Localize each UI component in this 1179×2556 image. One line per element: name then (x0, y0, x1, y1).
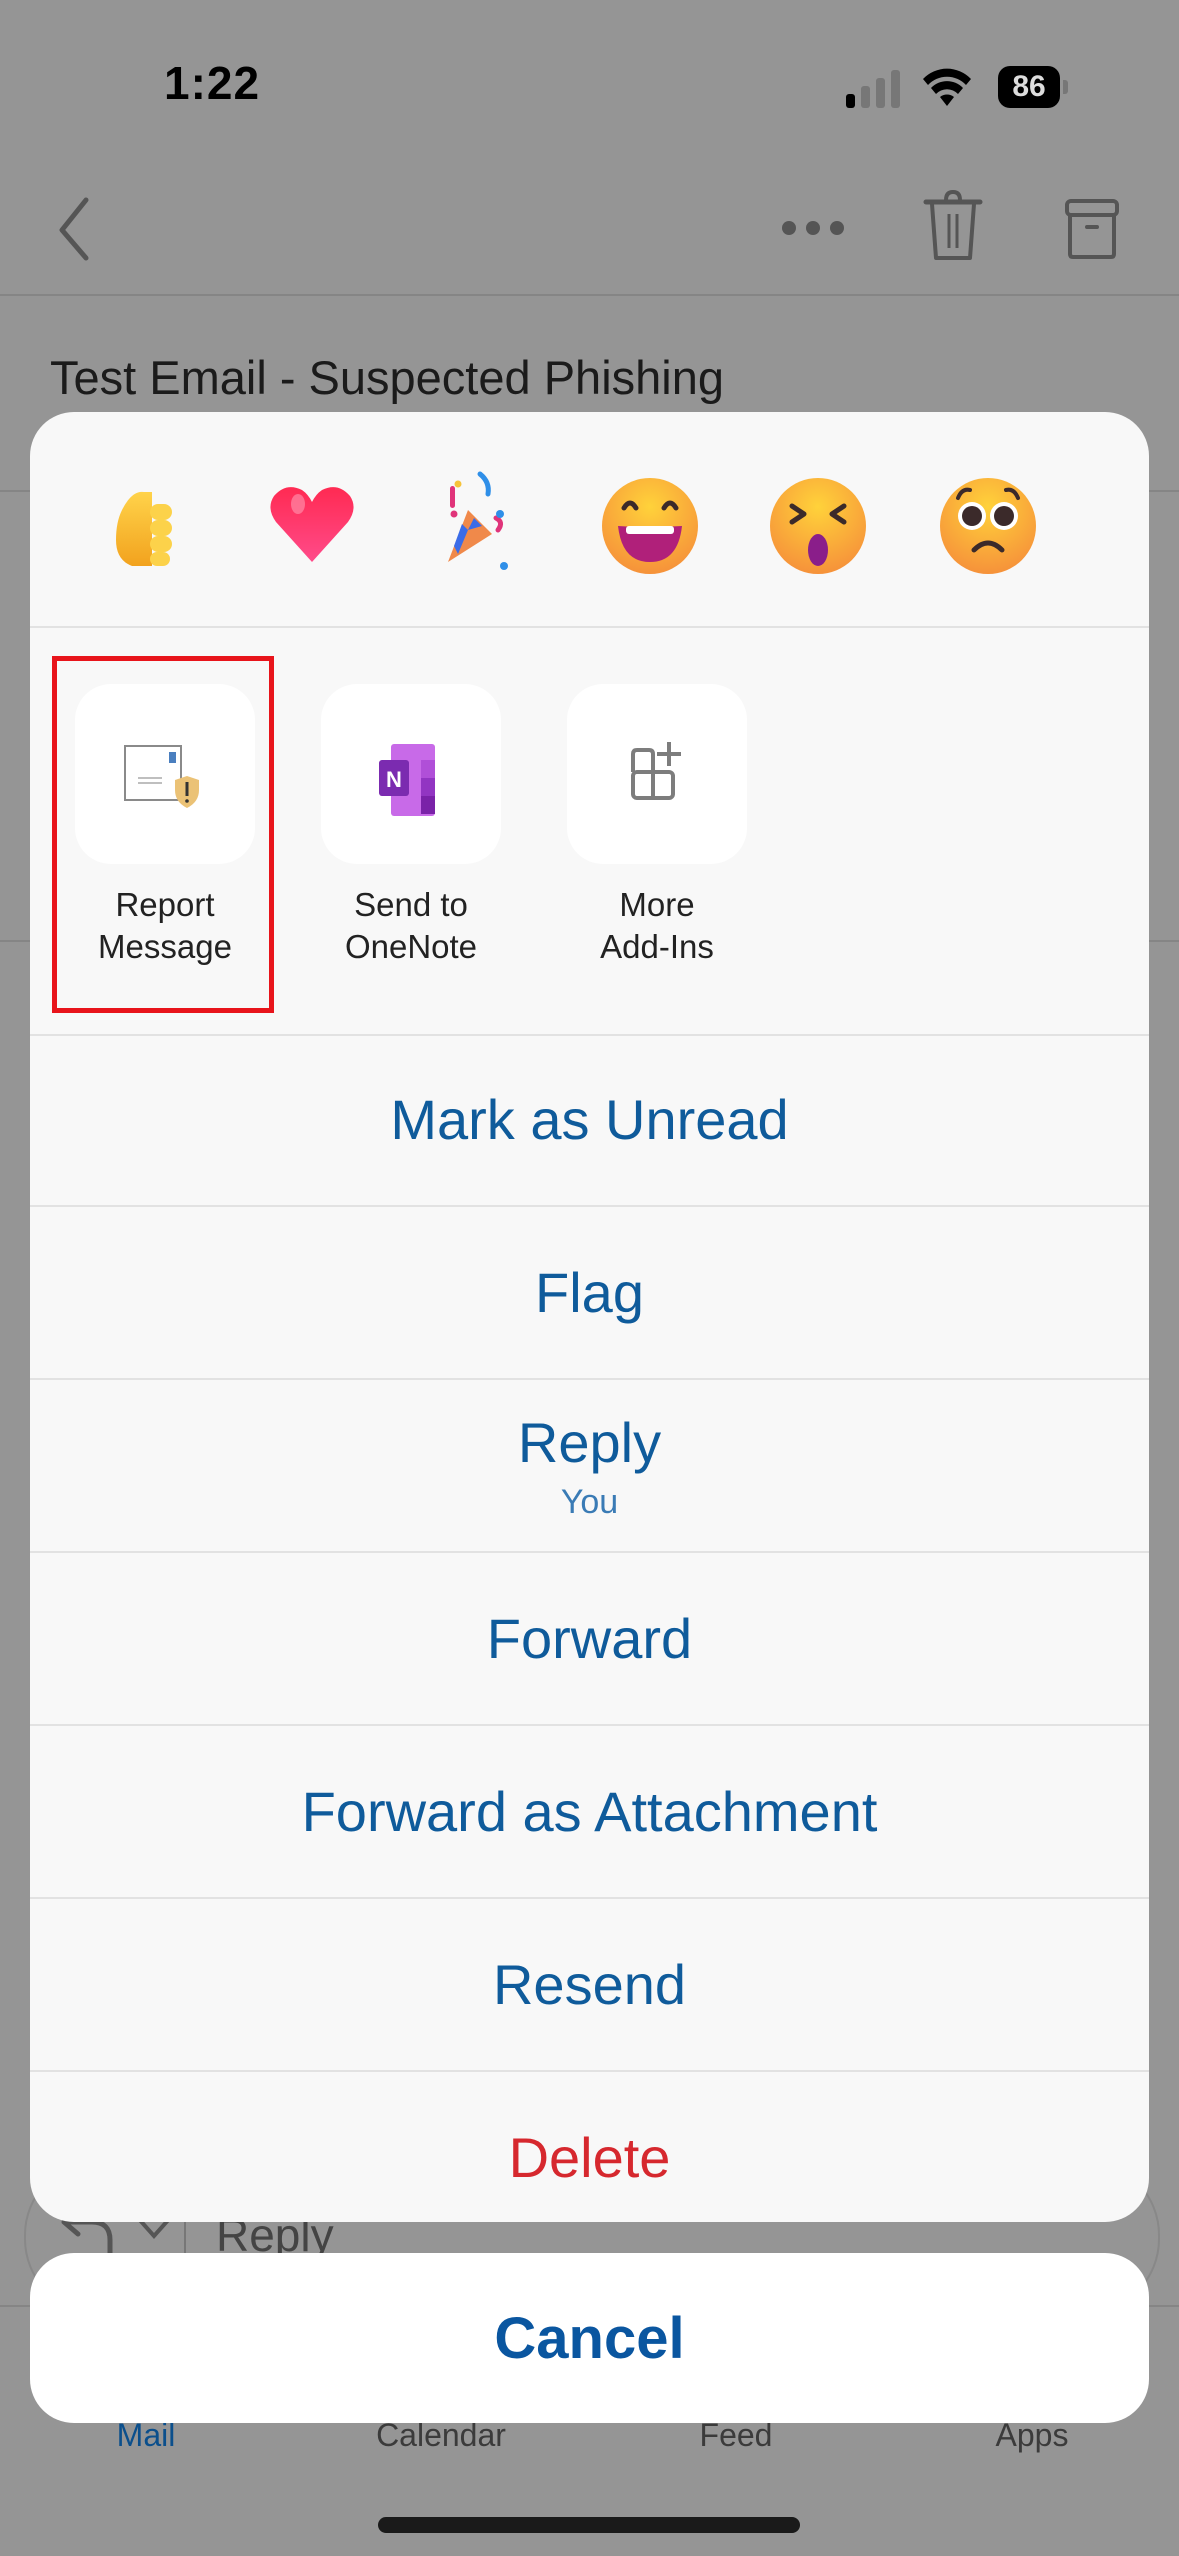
addin-tile[interactable]: N (321, 684, 501, 864)
heart-icon[interactable] (258, 470, 366, 578)
cancel-button[interactable]: Cancel (30, 2253, 1149, 2423)
battery-indicator: 86 (998, 66, 1060, 108)
addin-label: Send to OneNote (344, 886, 478, 965)
onenote-icon: N (379, 744, 435, 816)
action-sheet: Report Message N Send to OneNote More Ad… (30, 412, 1149, 2222)
status-time: 1:22 (164, 57, 261, 109)
delete-button[interactable]: Delete (30, 2072, 1149, 2222)
reply-button[interactable]: Reply You (30, 1380, 1149, 1553)
grinning-face-icon[interactable] (596, 470, 704, 578)
more-icon[interactable] (780, 218, 846, 238)
flag-button[interactable]: Flag (30, 1207, 1149, 1380)
status-bar: 1:22 86 (0, 0, 1179, 170)
addins-row: Report Message N Send to OneNote More Ad… (30, 628, 1149, 1036)
addin-label: More Add-Ins (600, 886, 714, 965)
battery-tip (1063, 80, 1068, 94)
cellular-signal-icon (846, 70, 906, 108)
wifi-icon (923, 68, 971, 106)
home-indicator[interactable] (378, 2517, 800, 2533)
email-subject: Test Email - Suspected Phishing (50, 351, 724, 404)
back-icon[interactable] (50, 194, 100, 264)
add-ins-icon (631, 742, 681, 800)
reply-recipient: You (560, 1482, 619, 1521)
action-list: Mark as Unread Flag Reply You Forward Fo… (30, 1034, 1149, 2222)
archive-icon[interactable] (1064, 198, 1120, 260)
addin-tile[interactable] (75, 684, 255, 864)
svg-text:N: N (386, 767, 402, 792)
forward-button[interactable]: Forward (30, 1553, 1149, 1726)
addin-label: Report Message (98, 886, 232, 965)
thumbs-up-icon[interactable] (92, 470, 200, 578)
resend-button[interactable]: Resend (30, 1899, 1149, 2072)
trash-icon[interactable] (922, 190, 984, 262)
mark-as-unread-button[interactable]: Mark as Unread (30, 1034, 1149, 1207)
worried-face-icon[interactable] (934, 470, 1042, 578)
forward-as-attachment-button[interactable]: Forward as Attachment (30, 1726, 1149, 1899)
addin-tile[interactable] (567, 684, 747, 864)
tired-face-icon[interactable] (764, 470, 872, 578)
report-message-icon (124, 745, 199, 808)
reaction-row (30, 412, 1149, 628)
party-popper-icon[interactable] (428, 470, 536, 578)
message-toolbar (0, 170, 1179, 296)
